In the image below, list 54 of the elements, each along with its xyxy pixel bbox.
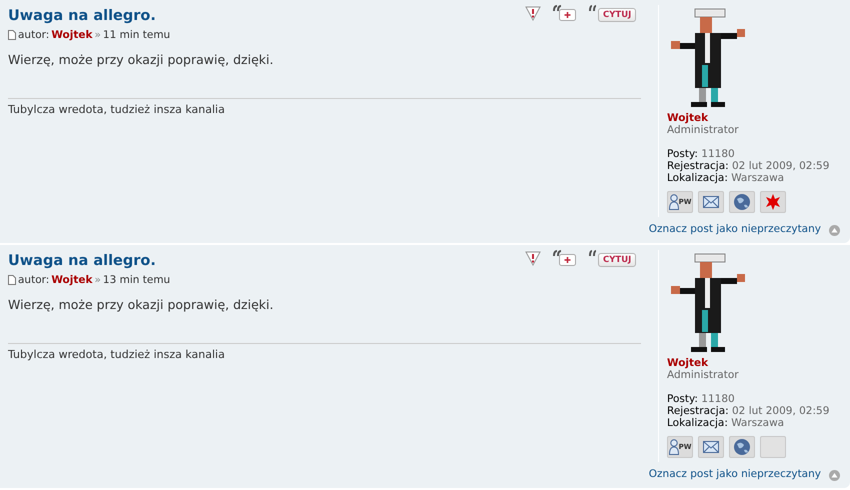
author-link[interactable]: Wojtek bbox=[51, 28, 92, 42]
field-value: 02 lut 2009, 02:59 bbox=[732, 405, 830, 417]
quote-mark-icon bbox=[589, 5, 597, 11]
field-label: Posty: bbox=[667, 393, 699, 405]
website-button[interactable] bbox=[729, 436, 755, 458]
field-value: 11180 bbox=[701, 393, 735, 405]
back-to-top-icon[interactable] bbox=[829, 470, 840, 481]
author-label: autor: bbox=[18, 28, 50, 42]
field-label: Lokalizacja: bbox=[667, 417, 729, 429]
post-text: Wierzę, może przy okazji poprawię, dzięki. bbox=[8, 297, 274, 313]
field-value: 02 lut 2009, 02:59 bbox=[732, 160, 830, 172]
website-button[interactable] bbox=[729, 191, 755, 213]
author-label: autor: bbox=[18, 273, 50, 287]
author-link[interactable]: Wojtek bbox=[51, 273, 92, 287]
multi-quote-icon[interactable] bbox=[553, 250, 577, 266]
email-button[interactable] bbox=[698, 436, 724, 458]
report-icon[interactable] bbox=[525, 250, 541, 266]
multi-quote-icon[interactable] bbox=[553, 5, 577, 21]
document-icon bbox=[8, 275, 16, 285]
document-icon bbox=[8, 30, 16, 40]
field-label: Lokalizacja: bbox=[667, 172, 729, 184]
separator-mark: » bbox=[94, 273, 101, 287]
envelope-icon bbox=[703, 196, 719, 208]
field-value: Warszawa bbox=[731, 172, 784, 184]
field-value: 11180 bbox=[701, 148, 735, 160]
quote-mark-icon bbox=[589, 250, 597, 256]
person-icon bbox=[668, 439, 679, 455]
field-label: Rejestracja: bbox=[667, 405, 730, 417]
separator-mark: » bbox=[94, 28, 101, 42]
envelope-icon bbox=[703, 441, 719, 453]
report-icon[interactable] bbox=[525, 5, 541, 21]
mark-unread-link[interactable]: Oznacz post jako nieprzeczytany bbox=[648, 222, 821, 238]
user-rank: Administrator bbox=[667, 124, 740, 136]
user-rank: Administrator bbox=[667, 369, 740, 381]
back-to-top-icon[interactable] bbox=[829, 224, 840, 236]
signature-text: Tubylcza wredota, tudzież insza kanalia bbox=[8, 348, 226, 362]
post-title[interactable]: Uwaga na allegro. bbox=[8, 252, 156, 270]
star-icon bbox=[765, 194, 781, 210]
post-title[interactable]: Uwaga na allegro. bbox=[8, 7, 156, 25]
email-button[interactable] bbox=[698, 191, 724, 213]
username-link[interactable]: Wojtek bbox=[667, 357, 843, 369]
messenger-button[interactable] bbox=[760, 191, 786, 213]
globe-icon bbox=[733, 438, 751, 456]
field-label: Posty: bbox=[667, 148, 699, 160]
mark-unread-link[interactable]: Oznacz post jako nieprzeczytany bbox=[648, 467, 821, 483]
post-text: Wierzę, może przy okazji poprawię, dzięki. bbox=[8, 52, 274, 68]
field-label: Rejestracja: bbox=[667, 160, 730, 172]
post-time: 13 min temu bbox=[102, 273, 170, 287]
globe-icon bbox=[733, 193, 751, 211]
post-time: 11 min temu bbox=[102, 28, 170, 42]
username-link[interactable]: Wojtek bbox=[667, 112, 843, 124]
field-value: Warszawa bbox=[731, 417, 784, 429]
person-icon bbox=[668, 194, 679, 210]
signature-text: Tubylcza wredota, tudzież insza kanalia bbox=[8, 103, 226, 117]
